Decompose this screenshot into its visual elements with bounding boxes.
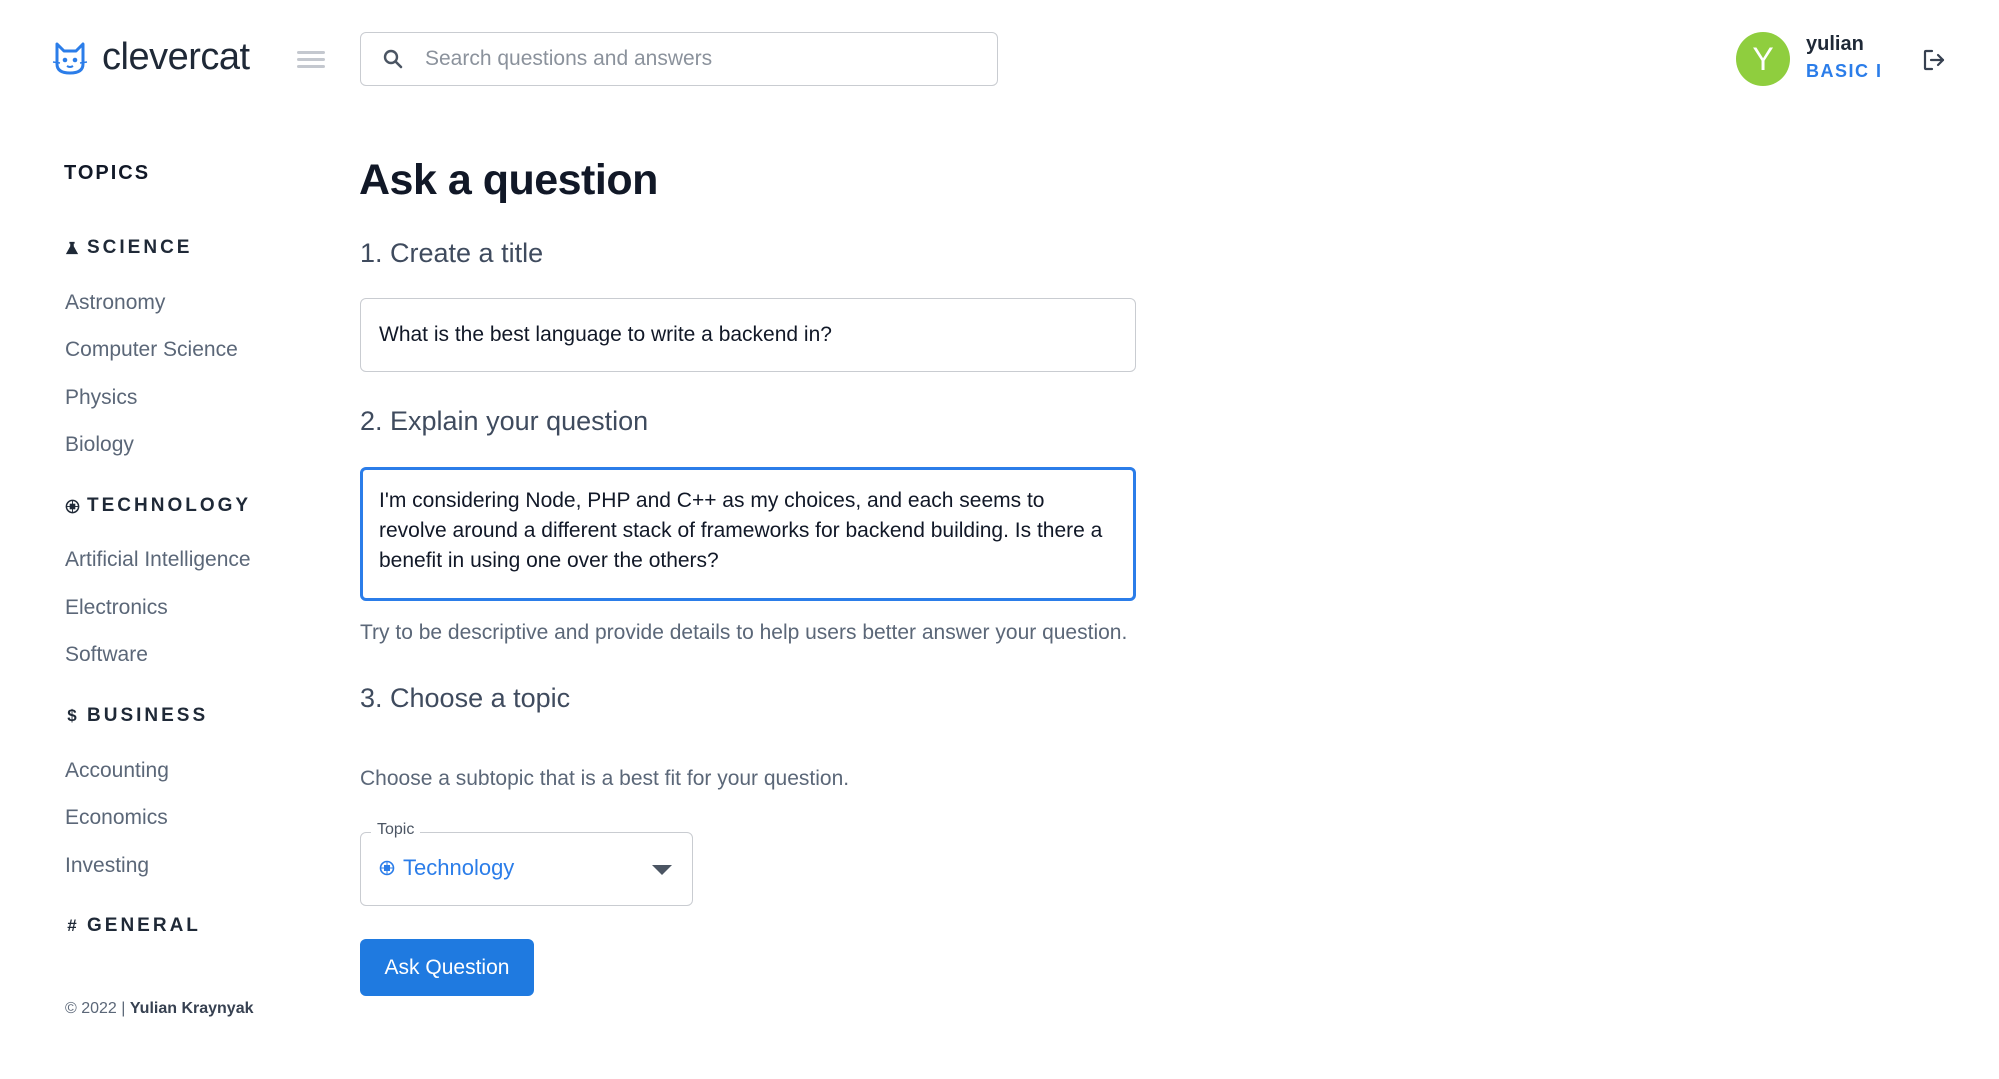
dollar-icon: $: [67, 706, 77, 725]
sidebar-item-astronomy[interactable]: Astronomy: [65, 291, 165, 315]
category-label: BUSINESS: [87, 705, 209, 726]
category-label: GENERAL: [87, 915, 201, 936]
logo[interactable]: clevercat: [52, 36, 250, 79]
avatar[interactable]: Y: [1736, 32, 1790, 86]
category-general[interactable]: # GENERAL: [64, 915, 201, 937]
category-science[interactable]: SCIENCE: [64, 237, 192, 259]
topic-select-label: Topic: [371, 821, 421, 839]
user-plan-badge: BASIC I: [1806, 61, 1883, 81]
chevron-down-icon[interactable]: [652, 865, 672, 875]
sidebar-item-economics[interactable]: Economics: [65, 806, 168, 830]
explain-helper-text: Try to be descriptive and provide detail…: [360, 621, 1128, 644]
copyright: © 2022 | Yulian Kraynyak: [65, 1000, 254, 1018]
cat-icon: [52, 42, 88, 74]
chip-icon: [379, 860, 395, 876]
question-body-textarea[interactable]: I'm considering Node, PHP and C++ as my …: [360, 467, 1136, 601]
hamburger-menu-icon[interactable]: [297, 51, 325, 69]
brand-name: clevercat: [102, 36, 250, 78]
sidebar-item-computer-science[interactable]: Computer Science: [65, 338, 238, 362]
category-technology[interactable]: TECHNOLOGY: [64, 495, 251, 517]
step-choose-topic: 3. Choose a topic: [360, 683, 571, 713]
flask-icon: [64, 240, 80, 256]
sidebar-item-artificial-intelligence[interactable]: Artificial Intelligence: [65, 548, 251, 572]
sidebar-item-physics[interactable]: Physics: [65, 386, 137, 410]
topic-select-text: Technology: [403, 855, 515, 880]
logout-icon[interactable]: [1921, 47, 1947, 73]
copyright-prefix: © 2022 |: [65, 1000, 130, 1017]
choose-topic-hint: Choose a subtopic that is a best fit for…: [360, 767, 850, 790]
sidebar-item-accounting[interactable]: Accounting: [65, 759, 169, 783]
topic-select[interactable]: Topic Technology: [360, 821, 693, 906]
sidebar-item-electronics[interactable]: Electronics: [65, 596, 168, 620]
search-input[interactable]: [423, 46, 997, 72]
category-label: SCIENCE: [87, 237, 193, 258]
step-explain-question: 2. Explain your question: [360, 406, 649, 436]
copyright-author: Yulian Kraynyak: [129, 1000, 254, 1017]
hash-icon: #: [67, 916, 77, 935]
ask-question-button[interactable]: Ask Question: [360, 939, 534, 996]
sidebar-item-software[interactable]: Software: [65, 643, 148, 667]
sidebar-item-investing[interactable]: Investing: [65, 854, 149, 878]
category-label: TECHNOLOGY: [87, 495, 252, 516]
user-name: yulian: [1806, 33, 1864, 55]
sidebar-item-biology[interactable]: Biology: [65, 433, 134, 457]
chip-icon: [64, 498, 80, 514]
topic-select-value: Technology: [379, 855, 514, 881]
topics-heading: TOPICS: [64, 162, 151, 184]
page-title: Ask a question: [359, 156, 658, 204]
category-business[interactable]: $ BUSINESS: [64, 705, 208, 727]
step-create-title: 1. Create a title: [360, 238, 544, 268]
search-bar[interactable]: [360, 32, 998, 86]
search-icon: [383, 49, 403, 69]
question-title-input[interactable]: [360, 298, 1136, 372]
